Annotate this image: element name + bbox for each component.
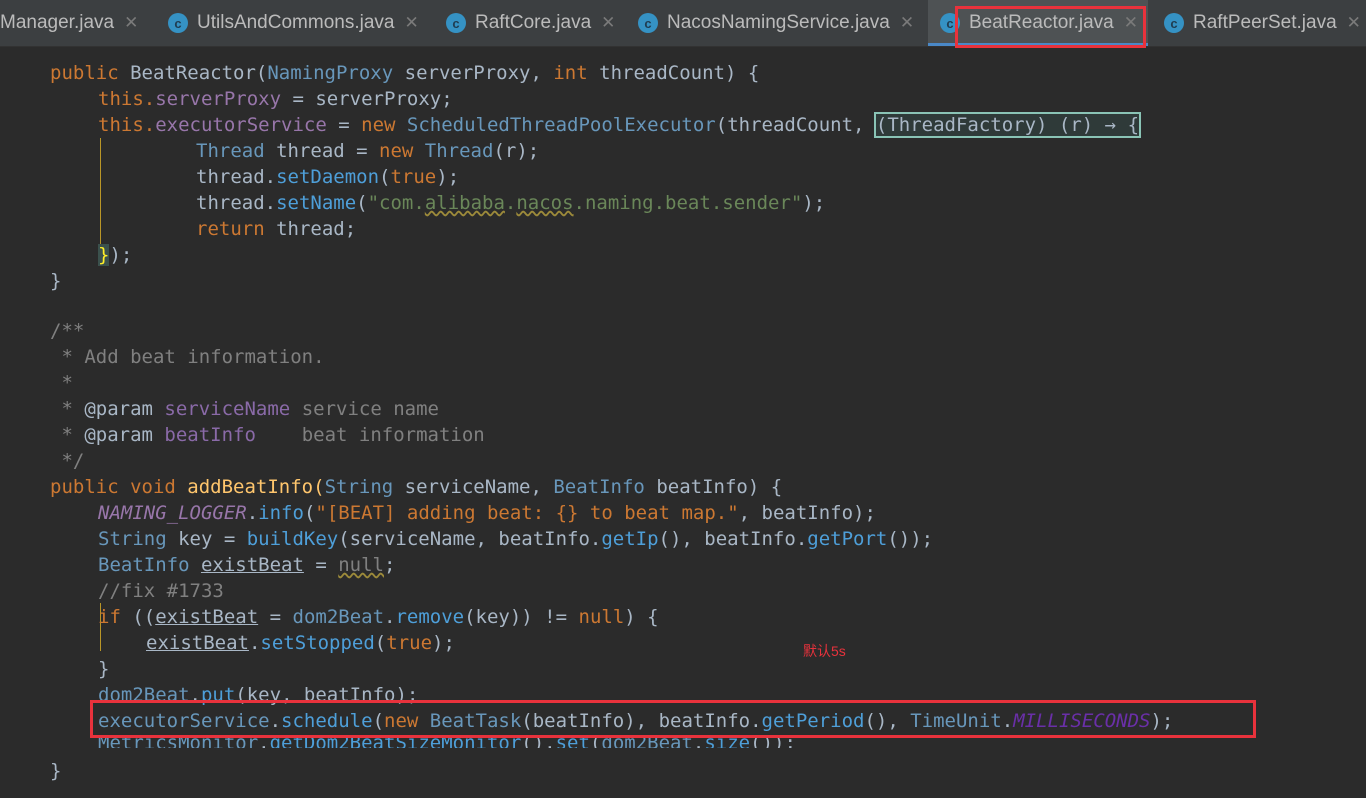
code-line: thread.setName("com.alibaba.nacos.naming… — [196, 192, 826, 214]
code-line: String key = buildKey(serviceName, beatI… — [98, 528, 934, 550]
close-icon[interactable]: ✕ — [124, 13, 138, 33]
line-comment: //fix #1733 — [98, 580, 224, 602]
tab-label: NacosNamingService.java — [667, 12, 890, 33]
tab-label: Manager.java — [0, 12, 115, 33]
code-line: Thread thread = new Thread(r); — [196, 140, 540, 162]
code-line: }); — [98, 244, 133, 266]
code-line: BeatInfo existBeat = null; — [98, 554, 396, 576]
doc-comment-line: /** — [50, 320, 85, 342]
tab-raft-core[interactable]: c RaftCore.java ✕ — [446, 0, 615, 46]
tab-nacos-naming-service[interactable]: c NacosNamingService.java ✕ — [638, 0, 914, 46]
doc-comment-line: * Add beat information. — [50, 346, 325, 368]
tab-label: RaftPeerSet.java — [1193, 12, 1337, 33]
tab-utils-and-commons[interactable]: c UtilsAndCommons.java ✕ — [168, 0, 419, 46]
code-line: public void addBeatInfo(String serviceNa… — [50, 476, 783, 498]
code-line: NAMING_LOGGER.info("[BEAT] adding beat: … — [98, 502, 876, 524]
code-line: return thread; — [196, 218, 357, 240]
tab-label: RaftCore.java — [475, 12, 592, 33]
annotation-note: 默认5s — [803, 643, 846, 659]
doc-comment-line: */ — [50, 450, 85, 472]
doc-comment-line: * @param serviceName service name — [50, 398, 439, 420]
code-line: } — [98, 658, 110, 680]
code-line: } — [50, 760, 62, 782]
highlight-box-active-tab — [955, 6, 1146, 48]
doc-comment-line: * @param beatInfo beat information — [50, 424, 485, 446]
close-icon[interactable]: ✕ — [601, 13, 615, 33]
code-line: thread.setDaemon(true); — [196, 166, 460, 188]
editor-tab-bar: Manager.java ✕ c UtilsAndCommons.java ✕ … — [0, 0, 1366, 47]
code-line: } — [50, 270, 62, 292]
close-icon[interactable]: ✕ — [900, 13, 914, 33]
class-icon: c — [1164, 13, 1184, 33]
class-icon: c — [638, 13, 658, 33]
lambda-folded-region[interactable]: (ThreadFactory) (r) → { — [873, 112, 1142, 138]
tab-label: UtilsAndCommons.java — [197, 12, 395, 33]
class-icon: c — [446, 13, 466, 33]
indent-guide — [100, 138, 101, 256]
code-line: if ((existBeat = dom2Beat.remove(key)) !… — [98, 606, 659, 628]
code-line: existBeat.setStopped(true); — [146, 632, 455, 654]
class-icon: c — [168, 13, 188, 33]
highlight-box-schedule-line — [90, 700, 1256, 738]
tab-raft-peer-set[interactable]: c RaftPeerSet.java ✕ — [1164, 0, 1361, 46]
code-line: public BeatReactor(NamingProxy serverPro… — [50, 62, 760, 84]
tab-manager[interactable]: Manager.java ✕ — [0, 0, 138, 46]
doc-comment-line: * — [50, 372, 73, 394]
close-icon[interactable]: ✕ — [404, 13, 418, 33]
code-line: this.executorService = new ScheduledThre… — [98, 112, 1142, 138]
close-icon[interactable]: ✕ — [1347, 13, 1361, 33]
code-line: this.serverProxy = serverProxy; — [98, 88, 453, 110]
